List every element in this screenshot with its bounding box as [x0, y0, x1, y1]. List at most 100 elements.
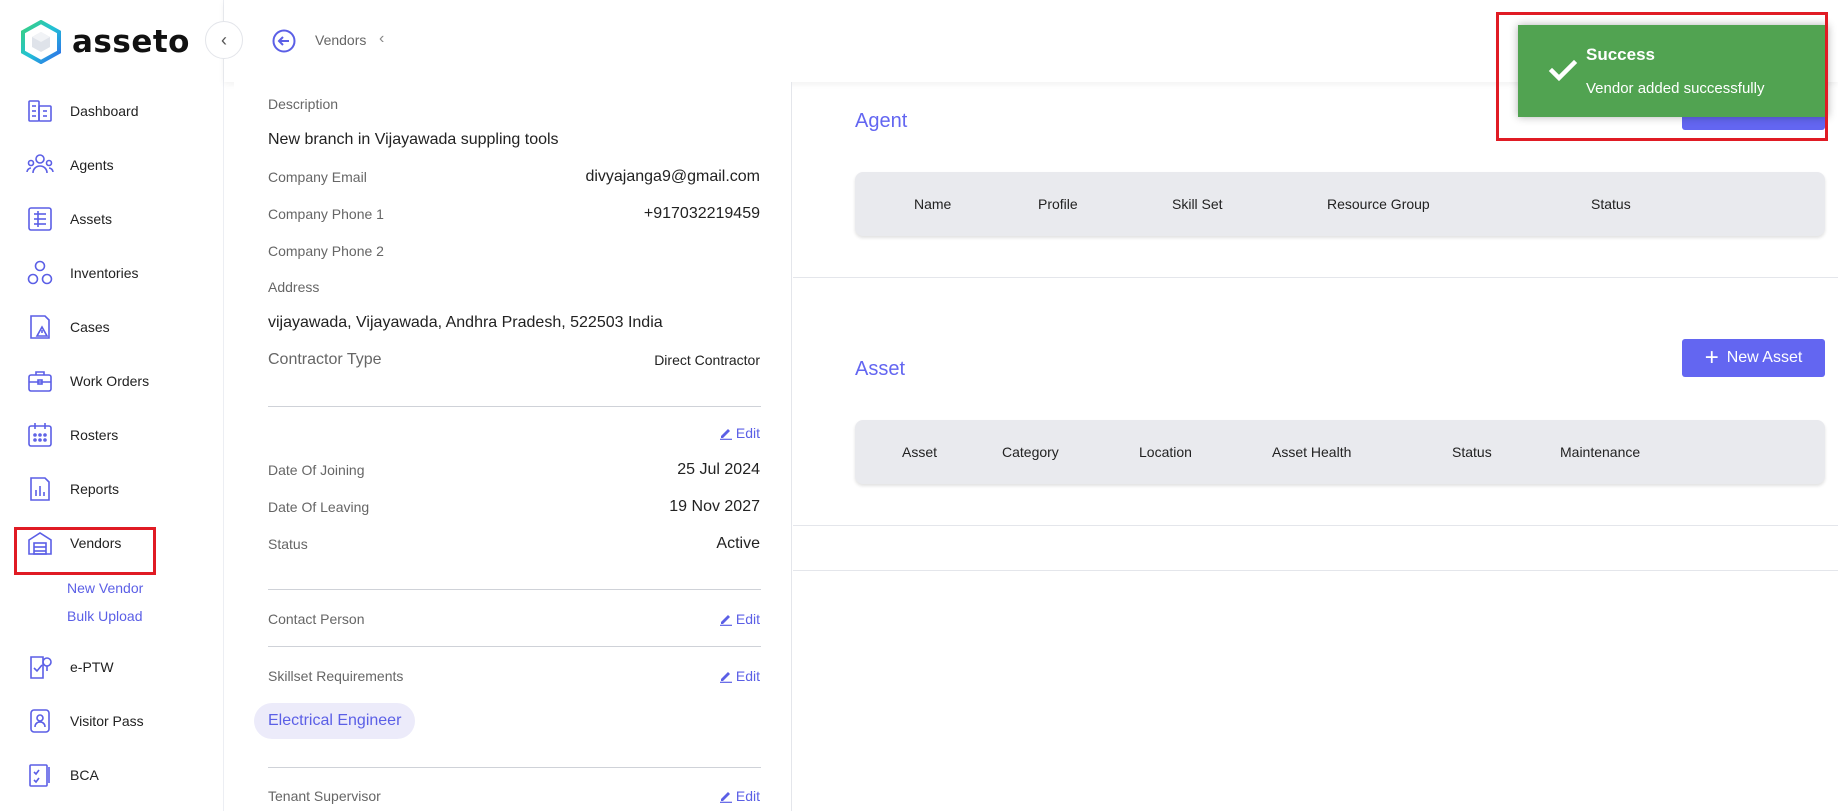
- pencil-icon: [719, 615, 732, 626]
- asset-col-asset: Asset: [902, 444, 938, 460]
- pencil-icon: [719, 672, 732, 683]
- app-logo[interactable]: asseto: [20, 20, 190, 64]
- sidebar-item-label: Reports: [70, 481, 120, 497]
- sidebar-item-dashboard[interactable]: Dashboard: [26, 96, 139, 126]
- sidebar-item-label: Dashboard: [70, 103, 139, 119]
- visitor-pass-icon: [30, 709, 50, 733]
- sidebar-item-label: Agents: [70, 157, 114, 173]
- agent-col-resource-group: Resource Group: [1327, 196, 1430, 212]
- assets-icon: [28, 207, 52, 231]
- section-divider: [793, 570, 1838, 571]
- date-of-leaving-value: 19 Nov 2027: [669, 498, 760, 515]
- asset-col-status: Status: [1452, 444, 1492, 460]
- company-phone1-label: Company Phone 1: [268, 206, 384, 222]
- contractor-type-label: Contractor Type: [268, 351, 382, 368]
- status-label: Status: [268, 536, 308, 552]
- company-email-value: divyajanga9@gmail.com: [585, 168, 760, 185]
- company-phone2-label: Company Phone 2: [268, 243, 384, 259]
- edit-tenant-supervisor-link[interactable]: Edit: [719, 788, 760, 804]
- vendors-highlight-box: [14, 527, 156, 575]
- new-asset-button[interactable]: + New Asset: [1682, 339, 1825, 377]
- dashboard-icon: [28, 100, 52, 122]
- description-label: Description: [268, 96, 339, 112]
- toast-highlight-box: [1496, 12, 1828, 141]
- new-asset-label: New Asset: [1726, 349, 1803, 366]
- contact-person-label: Contact Person: [268, 611, 365, 627]
- agent-section-title: Agent: [855, 110, 908, 132]
- sidebar-item-assets[interactable]: Assets: [26, 204, 112, 234]
- breadcrumb-chevron-icon: ‹: [379, 30, 385, 47]
- contractor-type-value: Direct Contractor: [654, 352, 760, 368]
- status-value: Active: [716, 535, 760, 552]
- eptw-icon: [30, 656, 52, 679]
- agent-col-status: Status: [1591, 196, 1631, 212]
- asset-col-category: Category: [1002, 444, 1059, 460]
- sidebar-item-inventories[interactable]: Inventories: [26, 258, 138, 288]
- sidebar-item-label: Assets: [70, 211, 113, 227]
- divider: [268, 646, 761, 647]
- edit-skillset-link[interactable]: Edit: [719, 668, 760, 684]
- bca-icon: [29, 764, 50, 787]
- agent-col-skill-set: Skill Set: [1172, 196, 1223, 212]
- sidebar-item-label: Inventories: [70, 265, 139, 281]
- sidebar-item-label: Rosters: [70, 427, 119, 443]
- skillset-requirements-label: Skillset Requirements: [268, 668, 404, 684]
- divider: [268, 767, 761, 768]
- divider: [268, 589, 761, 590]
- edit-label: Edit: [735, 611, 760, 627]
- edit-label: Edit: [735, 425, 760, 441]
- sidebar-item-bca[interactable]: BCA: [26, 760, 99, 790]
- vendor-details-panel: Description New branch in Vijayawada sup…: [234, 82, 792, 811]
- asset-section-title: Asset: [855, 358, 906, 380]
- edit-label: Edit: [735, 788, 760, 804]
- company-phone1-value: +917032219459: [643, 205, 760, 222]
- address-value: vijayawada, Vijayawada, Andhra Pradesh, …: [268, 314, 663, 331]
- breadcrumb-vendors[interactable]: Vendors: [315, 32, 366, 48]
- rosters-icon: [28, 423, 52, 447]
- date-of-joining-label: Date Of Joining: [268, 462, 365, 478]
- back-arrow-icon[interactable]: [271, 28, 297, 54]
- section-divider: [793, 277, 1838, 278]
- cases-icon: [30, 315, 50, 339]
- pencil-icon: [719, 429, 732, 440]
- sidebar-item-cases[interactable]: Cases: [26, 312, 110, 342]
- divider: [268, 406, 761, 407]
- asseto-logo-icon: [21, 20, 61, 64]
- sidebar-item-label: Visitor Pass: [70, 713, 144, 729]
- sidebar-subitem-new-vendor[interactable]: New Vendor: [67, 580, 143, 596]
- skill-chip: Electrical Engineer: [254, 703, 416, 739]
- chevron-left-icon: ‹: [221, 29, 227, 50]
- date-of-joining-value: 25 Jul 2024: [677, 461, 760, 478]
- section-divider: [793, 525, 1838, 526]
- sidebar: asseto Dashboard Agents Assets Inventori…: [0, 0, 224, 811]
- agents-icon: [26, 154, 54, 174]
- sidebar-item-reports[interactable]: Reports: [26, 474, 119, 504]
- sidebar-item-label: Cases: [70, 319, 110, 335]
- sidebar-subitem-bulk-upload[interactable]: Bulk Upload: [67, 608, 143, 624]
- app-name: asseto: [72, 24, 190, 60]
- tenant-supervisor-label: Tenant Supervisor: [268, 788, 381, 804]
- asset-col-maintenance: Maintenance: [1560, 444, 1641, 460]
- sidebar-item-agents[interactable]: Agents: [26, 150, 114, 180]
- reports-icon: [30, 477, 50, 501]
- date-of-leaving-label: Date Of Leaving: [268, 499, 370, 515]
- sidebar-item-eptw[interactable]: e-PTW: [26, 652, 114, 682]
- company-email-label: Company Email: [268, 169, 367, 185]
- asset-col-asset-health: Asset Health: [1272, 444, 1352, 460]
- edit-dates-link[interactable]: Edit: [719, 425, 760, 441]
- work-orders-icon: [28, 371, 52, 392]
- edit-contact-person-link[interactable]: Edit: [719, 611, 760, 627]
- pencil-icon: [719, 792, 732, 803]
- sidebar-collapse-button[interactable]: ‹: [205, 21, 243, 59]
- sidebar-item-label: BCA: [70, 767, 99, 783]
- address-label: Address: [268, 279, 320, 295]
- sidebar-item-work-orders[interactable]: Work Orders: [26, 366, 149, 396]
- sidebar-item-visitor-pass[interactable]: Visitor Pass: [26, 706, 144, 736]
- inventories-icon: [27, 260, 53, 285]
- description-value: New branch in Vijayawada suppling tools: [268, 131, 559, 148]
- sidebar-item-rosters[interactable]: Rosters: [26, 420, 118, 450]
- agent-col-profile: Profile: [1038, 196, 1078, 212]
- asset-table-header: Asset Category Location Asset Health Sta…: [855, 420, 1825, 484]
- agent-col-name: Name: [914, 196, 952, 212]
- agent-table-header: Name Profile Skill Set Resource Group St…: [855, 172, 1825, 236]
